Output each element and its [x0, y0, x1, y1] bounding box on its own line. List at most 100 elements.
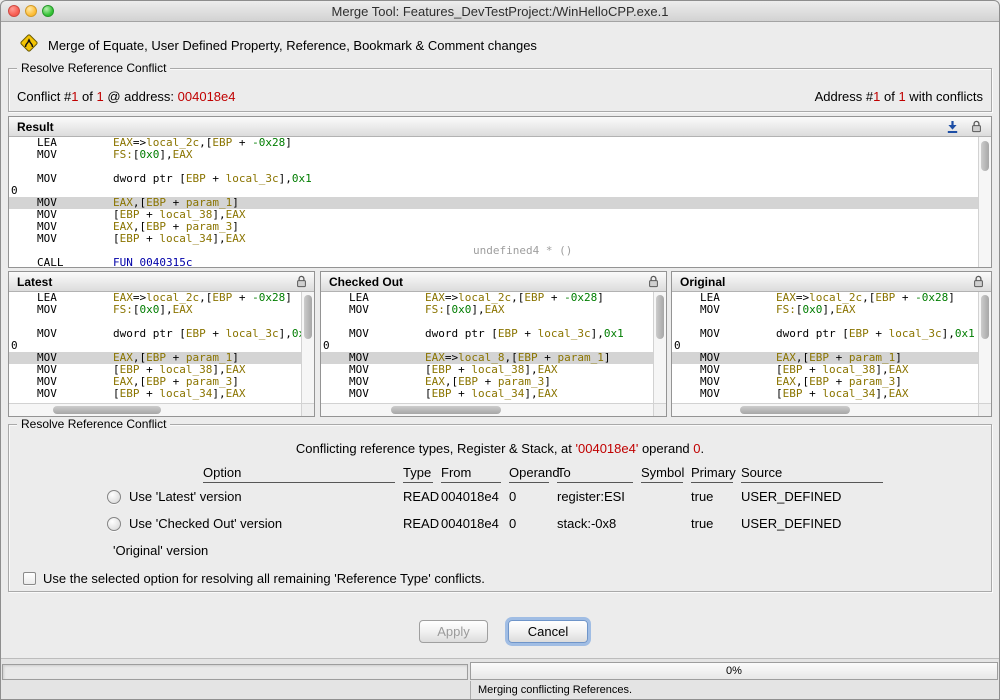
- checked-out-panel-header: Checked Out: [321, 272, 666, 292]
- radio-use-latest[interactable]: [107, 490, 121, 504]
- checked-out-horizontal-scrollbar: [321, 403, 653, 416]
- asm-line: LEAEAX=>local_2c,[EBP + -0x28]: [672, 292, 978, 304]
- cell-from: 004018e4: [441, 489, 509, 504]
- result-panel: Result LEAEAX=>local_2c,[EBP + -0x28] MO…: [8, 116, 992, 268]
- conflict-table: Option Type From Operand To Symbol Prima…: [105, 461, 891, 564]
- asm-line: 0: [9, 185, 978, 197]
- asm-line: CALLFUN_0040315c: [9, 257, 978, 267]
- asm-line: MOVEAX,[EBP + param_1]: [672, 352, 978, 364]
- asm-line: MOVEAX,[EBP + param_1]: [9, 197, 978, 209]
- asm-line: MOV[EBP + local_38],EAX: [9, 209, 978, 221]
- asm-line: [9, 161, 978, 173]
- conflict-counter: Conflict #1 of 1 @ address: 004018e4: [17, 89, 236, 104]
- column-header-primary: Primary: [691, 465, 733, 483]
- column-header-type: Type: [403, 465, 433, 483]
- banner-message: Merge of Equate, User Defined Property, …: [48, 38, 537, 53]
- column-header-source: Source: [741, 465, 883, 483]
- cell-from: 004018e4: [441, 516, 509, 531]
- asm-line: MOVdword ptr [EBP + local_3c],0x1: [672, 328, 978, 340]
- asm-line: 0: [9, 340, 301, 352]
- scrollbar-thumb[interactable]: [656, 295, 664, 339]
- checked-out-vertical-scrollbar: [653, 292, 666, 403]
- asm-line: MOVdword ptr [EBP + local_3c],0x1: [9, 328, 301, 340]
- asm-line: MOVdword ptr [EBP + local_3c],0x1: [9, 173, 978, 185]
- asm-line: [321, 316, 653, 328]
- cell-operand: 0: [509, 516, 557, 531]
- asm-line: MOVEAX,[EBP + param_3]: [672, 376, 978, 388]
- result-listing[interactable]: LEAEAX=>local_2c,[EBP + -0x28] MOVFS:[0x…: [9, 137, 978, 267]
- resolve-conflict-group: Resolve Reference Conflict Conflicting r…: [8, 424, 992, 592]
- cancel-button[interactable]: Cancel: [508, 620, 588, 643]
- latest-panel: Latest LEAEAX=>local_2c,[EBP + -0x28] MO…: [8, 271, 315, 417]
- asm-line: MOVEAX=>local_8,[EBP + param_1]: [321, 352, 653, 364]
- original-panel-title: Original: [680, 275, 725, 289]
- original-panel: Original LEAEAX=>local_2c,[EBP + -0x28] …: [671, 271, 992, 417]
- lock-icon[interactable]: [648, 275, 659, 293]
- cell-source: USER_DEFINED: [741, 489, 891, 504]
- original-listing[interactable]: LEAEAX=>local_2c,[EBP + -0x28] MOVFS:[0x…: [672, 292, 978, 403]
- address-counter: Address #1 of 1 with conflicts: [815, 89, 983, 104]
- conflict-instruction: Conflicting reference types, Register & …: [9, 441, 991, 456]
- checked-out-panel-title: Checked Out: [329, 275, 403, 289]
- lock-icon[interactable]: [971, 120, 982, 138]
- asm-line: MOVFS:[0x0],EAX: [321, 304, 653, 316]
- column-header-from: From: [441, 465, 501, 483]
- scrollbar-thumb[interactable]: [981, 295, 989, 339]
- use-for-all-label[interactable]: Use the selected option for resolving al…: [43, 571, 485, 586]
- asm-line: LEAEAX=>local_2c,[EBP + -0x28]: [9, 137, 978, 149]
- lock-icon[interactable]: [296, 275, 307, 293]
- conflict-group-title: Resolve Reference Conflict: [17, 61, 170, 75]
- conflict-table-header: Option Type From Operand To Symbol Prima…: [105, 461, 891, 483]
- original-panel-header: Original: [672, 272, 991, 292]
- scrollbar-thumb[interactable]: [391, 406, 501, 414]
- use-for-all-row: Use the selected option for resolving al…: [23, 571, 485, 586]
- asm-line: MOV[EBP + local_38],EAX: [9, 364, 301, 376]
- asm-line: [9, 316, 301, 328]
- asm-line: [672, 316, 978, 328]
- cell-primary: true: [691, 516, 741, 531]
- cell-type: READ: [403, 516, 441, 531]
- scrollbar-corner: [978, 403, 991, 416]
- option-label-original[interactable]: 'Original' version: [113, 543, 208, 558]
- asm-line: MOVFS:[0x0],EAX: [9, 149, 978, 161]
- status-message: Merging conflicting References.: [470, 681, 998, 700]
- option-label[interactable]: Use 'Latest' version: [129, 489, 242, 504]
- cell-to: stack:-0x8: [557, 516, 641, 531]
- cell-to: register:ESI: [557, 489, 641, 504]
- result-panel-header: Result: [9, 117, 991, 137]
- use-for-all-checkbox[interactable]: [23, 572, 36, 585]
- column-header-operand: Operand: [509, 465, 549, 483]
- latest-listing[interactable]: LEAEAX=>local_2c,[EBP + -0x28] MOVFS:[0x…: [9, 292, 301, 403]
- radio-use-checked-out[interactable]: [107, 517, 121, 531]
- column-header-option: Option: [203, 465, 395, 483]
- asm-line: LEAEAX=>local_2c,[EBP + -0x28]: [9, 292, 301, 304]
- option-label[interactable]: Use 'Checked Out' version: [129, 516, 282, 531]
- progress-bar: 0%: [470, 662, 998, 680]
- window-title: Merge Tool: Features_DevTestProject:/Win…: [0, 4, 1000, 19]
- original-horizontal-scrollbar: [672, 403, 978, 416]
- asm-line: MOVEAX,[EBP + param_3]: [9, 376, 301, 388]
- merge-banner: Merge of Equate, User Defined Property, …: [18, 33, 537, 57]
- cell-operand: 0: [509, 489, 557, 504]
- column-header-to: To: [557, 465, 633, 483]
- asm-line: MOVEAX,[EBP + param_3]: [9, 221, 978, 233]
- scrollbar-thumb[interactable]: [981, 141, 989, 171]
- asm-line: 0: [672, 340, 978, 352]
- asm-line: MOV[EBP + local_38],EAX: [321, 364, 653, 376]
- scrollbar-thumb[interactable]: [53, 406, 161, 414]
- original-vertical-scrollbar: [978, 292, 991, 403]
- cell-primary: true: [691, 489, 741, 504]
- cell-type: READ: [403, 489, 441, 504]
- asm-line: LEAEAX=>local_2c,[EBP + -0x28]: [321, 292, 653, 304]
- apply-button[interactable]: Apply: [419, 620, 488, 643]
- scrollbar-corner: [301, 403, 314, 416]
- table-row: Use 'Latest' version READ 004018e4 0 reg…: [105, 483, 891, 510]
- checked-out-panel: Checked Out LEAEAX=>local_2c,[EBP + -0x2…: [320, 271, 667, 417]
- asm-line: MOV[EBP + local_34],EAX: [9, 388, 301, 400]
- scrollbar-thumb[interactable]: [740, 406, 850, 414]
- asm-line: MOV[EBP + local_38],EAX: [672, 364, 978, 376]
- lock-icon[interactable]: [973, 275, 984, 293]
- latest-horizontal-scrollbar: [9, 403, 301, 416]
- scrollbar-thumb[interactable]: [304, 295, 312, 339]
- checked-out-listing[interactable]: LEAEAX=>local_2c,[EBP + -0x28] MOVFS:[0x…: [321, 292, 653, 403]
